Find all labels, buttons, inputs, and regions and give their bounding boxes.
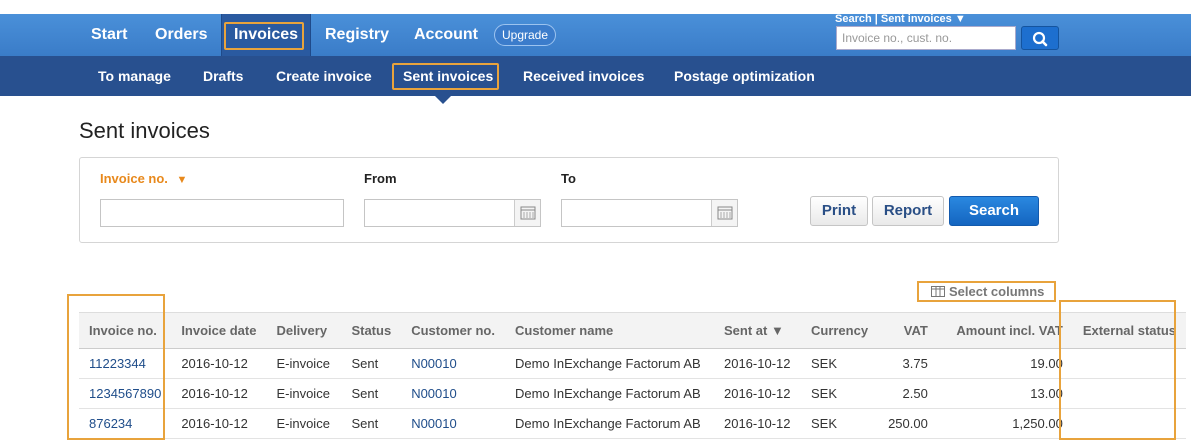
status-cell: Sent — [341, 408, 402, 439]
subnav-create-invoice[interactable]: Create invoice — [276, 56, 372, 96]
table-row[interactable]: 1234567890 2016-10-12 E-invoice Sent N00… — [79, 378, 1187, 409]
delivery-cell: E-invoice — [266, 408, 342, 439]
table-row[interactable]: 11223344 2016-10-12 E-invoice Sent N0001… — [79, 348, 1187, 379]
invoice-no-filter-selector[interactable]: Invoice no. ▼ — [100, 171, 187, 186]
nav-orders[interactable]: Orders — [155, 14, 207, 56]
dropdown-arrow-icon: ▼ — [176, 174, 188, 186]
status-cell: Sent — [341, 348, 402, 379]
report-button[interactable]: Report — [872, 196, 944, 226]
to-label: To — [561, 171, 576, 186]
delivery-cell: E-invoice — [266, 378, 342, 409]
sent-at-cell: 2016-10-12 — [713, 348, 801, 379]
subnav-drafts[interactable]: Drafts — [203, 56, 243, 96]
invoice-no-input[interactable] — [100, 199, 344, 227]
currency-cell: SEK — [800, 408, 879, 439]
table-row[interactable]: 876234 2016-10-12 E-invoice Sent N00010 … — [79, 408, 1187, 439]
invoices-highlight — [224, 22, 304, 50]
select-columns-button[interactable]: Select columns — [917, 281, 1056, 302]
nav-account[interactable]: Account — [414, 14, 478, 56]
customer-number-link[interactable]: N00010 — [401, 408, 505, 439]
invoice-date-cell: 2016-10-12 — [171, 378, 267, 409]
subnav-to-manage[interactable]: To manage — [98, 56, 171, 96]
columns-icon — [931, 286, 945, 297]
sent-at-cell: 2016-10-12 — [713, 408, 801, 439]
customer-name-cell: Demo InExchange Factorum AB — [504, 348, 714, 379]
invoice-date-cell: 2016-10-12 — [171, 408, 267, 439]
invoice-date-cell: 2016-10-12 — [171, 348, 267, 379]
subnav-received-invoices[interactable]: Received invoices — [523, 56, 644, 96]
sent-at-cell: 2016-10-12 — [713, 378, 801, 409]
calendar-icon[interactable] — [711, 200, 737, 226]
amount-cell: 13.00 — [937, 378, 1073, 409]
currency-cell: SEK — [800, 348, 879, 379]
sent-invoices-highlight — [392, 63, 499, 90]
delivery-cell: E-invoice — [266, 348, 342, 379]
search-mode-selector[interactable]: Search | Sent invoices ▼ — [835, 13, 966, 25]
search-button[interactable] — [1021, 26, 1059, 50]
col-sent-at[interactable]: Sent at ▼ — [713, 312, 801, 349]
search-filter-button[interactable]: Search — [949, 196, 1039, 226]
status-cell: Sent — [341, 378, 402, 409]
global-search-input[interactable] — [836, 26, 1016, 50]
external-status-column-highlight — [1059, 300, 1176, 440]
vat-cell: 3.75 — [878, 348, 938, 379]
invoice-no-column-highlight — [67, 294, 165, 440]
customer-number-link[interactable]: N00010 — [401, 378, 505, 409]
col-currency[interactable]: Currency — [800, 312, 879, 349]
nav-registry[interactable]: Registry — [325, 14, 389, 56]
col-customer-name[interactable]: Customer name — [504, 312, 714, 349]
col-amount-incl-vat[interactable]: Amount incl. VAT — [937, 312, 1073, 349]
nav-start[interactable]: Start — [91, 14, 127, 56]
amount-cell: 19.00 — [937, 348, 1073, 379]
calendar-icon[interactable] — [514, 200, 540, 226]
customer-number-link[interactable]: N00010 — [401, 348, 505, 379]
col-vat[interactable]: VAT — [878, 312, 938, 349]
upgrade-button[interactable]: Upgrade — [494, 24, 556, 46]
to-date-field[interactable] — [561, 199, 738, 227]
filter-panel: Invoice no. ▼ From To Print Report Searc… — [79, 157, 1059, 243]
print-button[interactable]: Print — [810, 196, 868, 226]
col-delivery[interactable]: Delivery — [266, 312, 342, 349]
col-invoice-date[interactable]: Invoice date — [171, 312, 267, 349]
from-label: From — [364, 171, 397, 186]
currency-cell: SEK — [800, 378, 879, 409]
invoice-no-label: Invoice no. — [100, 171, 168, 186]
sub-navigation: To manage Drafts Create invoice Sent inv… — [0, 56, 1191, 96]
vat-cell: 2.50 — [878, 378, 938, 409]
col-status[interactable]: Status — [341, 312, 402, 349]
search-icon — [1032, 31, 1048, 47]
page-title: Sent invoices — [79, 118, 210, 143]
customer-name-cell: Demo InExchange Factorum AB — [504, 378, 714, 409]
from-date-field[interactable] — [364, 199, 541, 227]
table-header-row: Invoice no. Invoice date Delivery Status… — [79, 312, 1187, 349]
active-subnav-pointer — [435, 96, 451, 104]
customer-name-cell: Demo InExchange Factorum AB — [504, 408, 714, 439]
amount-cell: 1,250.00 — [937, 408, 1073, 439]
col-customer-no[interactable]: Customer no. — [401, 312, 505, 349]
select-columns-label: Select columns — [949, 284, 1045, 299]
vat-cell: 250.00 — [878, 408, 938, 439]
subnav-postage-optimization[interactable]: Postage optimization — [674, 56, 815, 96]
top-navigation: Start Orders Invoices Registry Account U… — [0, 13, 1191, 56]
invoices-table: Invoice no. Invoice date Delivery Status… — [79, 312, 1187, 439]
